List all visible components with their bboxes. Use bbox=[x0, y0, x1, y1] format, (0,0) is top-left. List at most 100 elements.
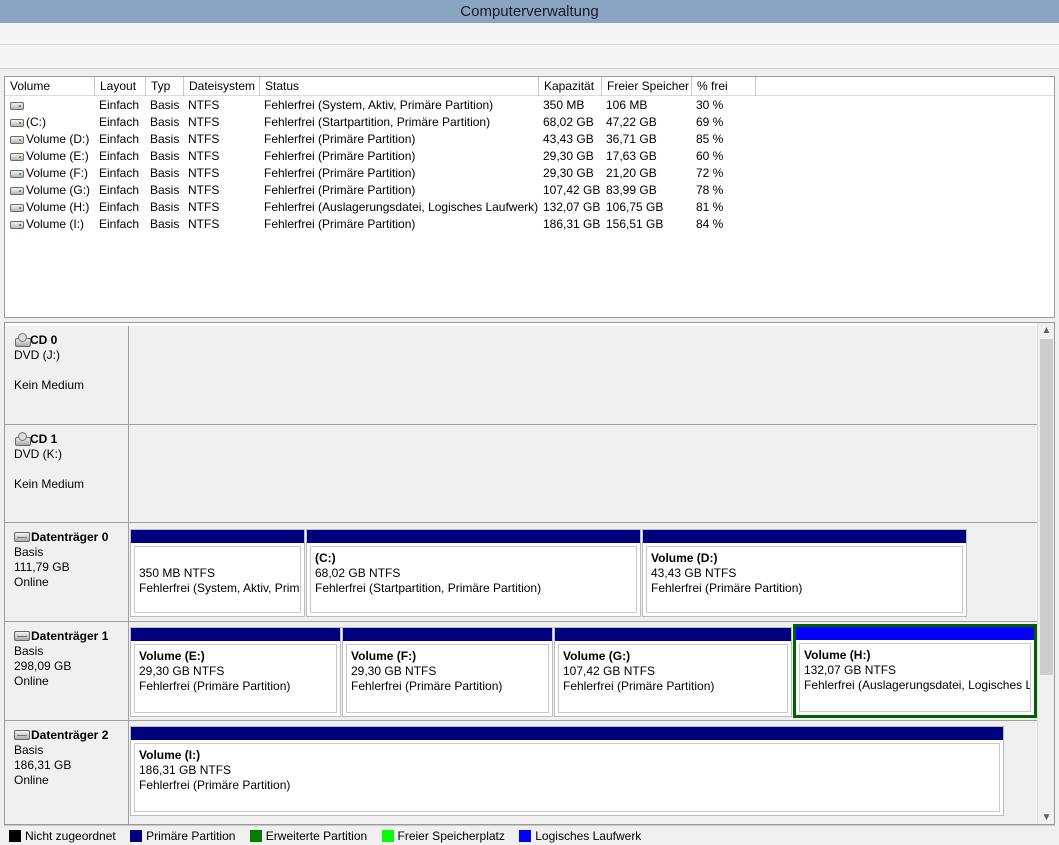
disk-row-cd1[interactable]: CD 1 DVD (K:) Kein Medium bbox=[5, 425, 1039, 523]
primary-band bbox=[131, 530, 304, 543]
volume-list-header: Volume Layout Typ Dateisystem Status Kap… bbox=[5, 77, 1054, 96]
cell-pct-frei: 72 % bbox=[696, 166, 724, 180]
column-header-status[interactable]: Status bbox=[260, 77, 539, 96]
partition-i[interactable]: Volume (I:) 186,31 GB NTFS Fehlerfrei (P… bbox=[130, 726, 1004, 816]
cell-layout: Einfach bbox=[99, 183, 140, 197]
cell-layout: Einfach bbox=[99, 98, 140, 112]
cell-volume-text: Volume (F:) bbox=[26, 166, 89, 180]
legend-swatch bbox=[9, 830, 21, 842]
cell-dateisystem: NTFS bbox=[188, 166, 220, 180]
legend-label: Logisches Laufwerk bbox=[535, 829, 642, 843]
partition-body: 350 MB NTFS Fehlerfrei (System, Aktiv, P… bbox=[134, 546, 301, 613]
partition-h[interactable]: Volume (H:) 132,07 GB NTFS Fehlerfrei (A… bbox=[793, 624, 1037, 718]
table-row[interactable]: Volume (D:) Einfach Basis NTFS Fehlerfre… bbox=[5, 131, 1054, 148]
cell-freier-speicher: 106,75 GB bbox=[606, 200, 664, 214]
window-title: Computerverwaltung bbox=[0, 0, 1059, 23]
column-header-freier-speicher[interactable]: Freier Speicher bbox=[602, 77, 692, 96]
legend-item-extended: Erweiterte Partition bbox=[245, 826, 367, 845]
drive-icon bbox=[10, 204, 24, 212]
table-row[interactable]: Einfach Basis NTFS Fehlerfrei (System, A… bbox=[5, 97, 1054, 114]
drive-icon bbox=[10, 136, 24, 144]
column-header-dateisystem[interactable]: Dateisystem bbox=[184, 77, 260, 96]
partition-f[interactable]: Volume (F:) 29,30 GB NTFS Fehlerfrei (Pr… bbox=[342, 627, 553, 717]
disk-size: 111,79 GB bbox=[14, 560, 70, 574]
table-row[interactable]: (C:) Einfach Basis NTFS Fehlerfrei (Star… bbox=[5, 114, 1054, 131]
disk-state: Online bbox=[14, 575, 49, 589]
table-row[interactable]: Volume (H:) Einfach Basis NTFS Fehlerfre… bbox=[5, 199, 1054, 216]
cell-layout: Einfach bbox=[99, 200, 140, 214]
partition-status: Fehlerfrei (Primäre Partition) bbox=[139, 778, 291, 792]
disk-state: Kein Medium bbox=[14, 378, 85, 392]
scroll-up-arrow-icon[interactable]: ▲ bbox=[1038, 323, 1054, 339]
logical-band bbox=[796, 627, 1034, 640]
vertical-scrollbar[interactable]: ▲ ▼ bbox=[1037, 323, 1054, 824]
disk-row-1[interactable]: Datenträger 1 Basis 298,09 GB Online Vol… bbox=[5, 622, 1039, 721]
primary-band bbox=[131, 628, 340, 641]
cell-layout: Einfach bbox=[99, 217, 140, 231]
cell-volume: Volume (E:) bbox=[10, 148, 96, 165]
table-row[interactable]: Volume (F:) Einfach Basis NTFS Fehlerfre… bbox=[5, 165, 1054, 182]
hard-disk-icon bbox=[14, 730, 30, 740]
partition-e[interactable]: Volume (E:) 29,30 GB NTFS Fehlerfrei (Pr… bbox=[130, 627, 341, 717]
cell-freier-speicher: 83,99 GB bbox=[606, 183, 657, 197]
legend-swatch bbox=[381, 830, 394, 842]
primary-band bbox=[343, 628, 552, 641]
table-row[interactable]: Volume (I:) Einfach Basis NTFS Fehlerfre… bbox=[5, 216, 1054, 233]
partition-body: Volume (F:) 29,30 GB NTFS Fehlerfrei (Pr… bbox=[346, 644, 549, 713]
cell-typ: Basis bbox=[150, 217, 180, 231]
disk-row-2[interactable]: Datenträger 2 Basis 186,31 GB Online Vol… bbox=[5, 721, 1039, 824]
cell-volume-text: Volume (E:) bbox=[26, 149, 89, 163]
cell-layout: Einfach bbox=[99, 115, 140, 129]
legend-swatch bbox=[519, 830, 532, 842]
disk-label-0[interactable]: Datenträger 0 Basis 111,79 GB Online bbox=[5, 523, 129, 622]
disk-label-cd0[interactable]: CD 0 DVD (J:) Kein Medium bbox=[5, 326, 129, 425]
cell-volume-text: Volume (D:) bbox=[26, 132, 90, 146]
scrollbar-thumb[interactable] bbox=[1040, 339, 1053, 675]
volume-list[interactable]: Volume Layout Typ Dateisystem Status Kap… bbox=[4, 76, 1055, 318]
cell-status: Fehlerfrei (System, Aktiv, Primäre Parti… bbox=[264, 98, 494, 112]
disk-type: Basis bbox=[14, 743, 44, 757]
cell-kapazitaet: 186,31 GB bbox=[543, 217, 601, 231]
partition-body: Volume (G:) 107,42 GB NTFS Fehlerfrei (P… bbox=[558, 644, 788, 713]
table-row[interactable]: Volume (E:) Einfach Basis NTFS Fehlerfre… bbox=[5, 148, 1054, 165]
hard-disk-icon bbox=[14, 532, 30, 542]
column-header-kapazitaet[interactable]: Kapazität bbox=[539, 77, 602, 96]
partition-g[interactable]: Volume (G:) 107,42 GB NTFS Fehlerfrei (P… bbox=[554, 627, 792, 717]
partition-status: Fehlerfrei (Primäre Partition) bbox=[139, 679, 291, 693]
cd-drive-icon bbox=[14, 333, 31, 347]
scroll-down-arrow-icon[interactable]: ▼ bbox=[1038, 810, 1054, 824]
cell-kapazitaet: 29,30 GB bbox=[543, 149, 594, 163]
partition-name: Volume (E:) bbox=[139, 649, 205, 663]
disk-label-1[interactable]: Datenträger 1 Basis 298,09 GB Online bbox=[5, 622, 129, 721]
partition-system[interactable]: 350 MB NTFS Fehlerfrei (System, Aktiv, P… bbox=[130, 529, 305, 617]
cell-typ: Basis bbox=[150, 115, 180, 129]
partition-status: Fehlerfrei (Primäre Partition) bbox=[351, 679, 503, 693]
partition-size: 350 MB NTFS bbox=[139, 566, 216, 580]
column-header-pct-frei[interactable]: % frei bbox=[692, 77, 756, 96]
column-header-typ[interactable]: Typ bbox=[146, 77, 184, 96]
cell-volume: Volume (D:) bbox=[10, 131, 96, 148]
column-header-layout[interactable]: Layout bbox=[95, 77, 146, 96]
cell-kapazitaet: 43,43 GB bbox=[543, 132, 594, 146]
legend: Nicht zugeordnet Primäre Partition Erwei… bbox=[4, 825, 1055, 845]
column-header-volume[interactable]: Volume bbox=[5, 77, 95, 96]
primary-band bbox=[131, 727, 1003, 740]
disk-row-0[interactable]: Datenträger 0 Basis 111,79 GB Online 350… bbox=[5, 523, 1039, 622]
cd-drive-icon bbox=[14, 432, 31, 446]
disk-name: CD 1 bbox=[30, 432, 58, 446]
cell-dateisystem: NTFS bbox=[188, 98, 220, 112]
partition-c[interactable]: (C:) 68,02 GB NTFS Fehlerfrei (Startpart… bbox=[306, 529, 641, 617]
disk-view[interactable]: CD 0 DVD (J:) Kein Medium CD 1 DVD (K:) … bbox=[4, 322, 1055, 825]
table-row[interactable]: Volume (G:) Einfach Basis NTFS Fehlerfre… bbox=[5, 182, 1054, 199]
cell-pct-frei: 81 % bbox=[696, 200, 724, 214]
partition-d[interactable]: Volume (D:) 43,43 GB NTFS Fehlerfrei (Pr… bbox=[642, 529, 967, 617]
disk-row-cd0[interactable]: CD 0 DVD (J:) Kein Medium bbox=[5, 326, 1039, 425]
legend-label: Primäre Partition bbox=[146, 829, 236, 843]
partition-size: 132,07 GB NTFS bbox=[804, 663, 897, 677]
legend-item-logical: Logisches Laufwerk bbox=[514, 826, 641, 845]
legend-swatch bbox=[249, 830, 262, 842]
disk-label-2[interactable]: Datenträger 2 Basis 186,31 GB Online bbox=[5, 721, 129, 824]
disk-label-cd1[interactable]: CD 1 DVD (K:) Kein Medium bbox=[5, 425, 129, 523]
cell-kapazitaet: 132,07 GB bbox=[543, 200, 601, 214]
cell-typ: Basis bbox=[150, 166, 180, 180]
